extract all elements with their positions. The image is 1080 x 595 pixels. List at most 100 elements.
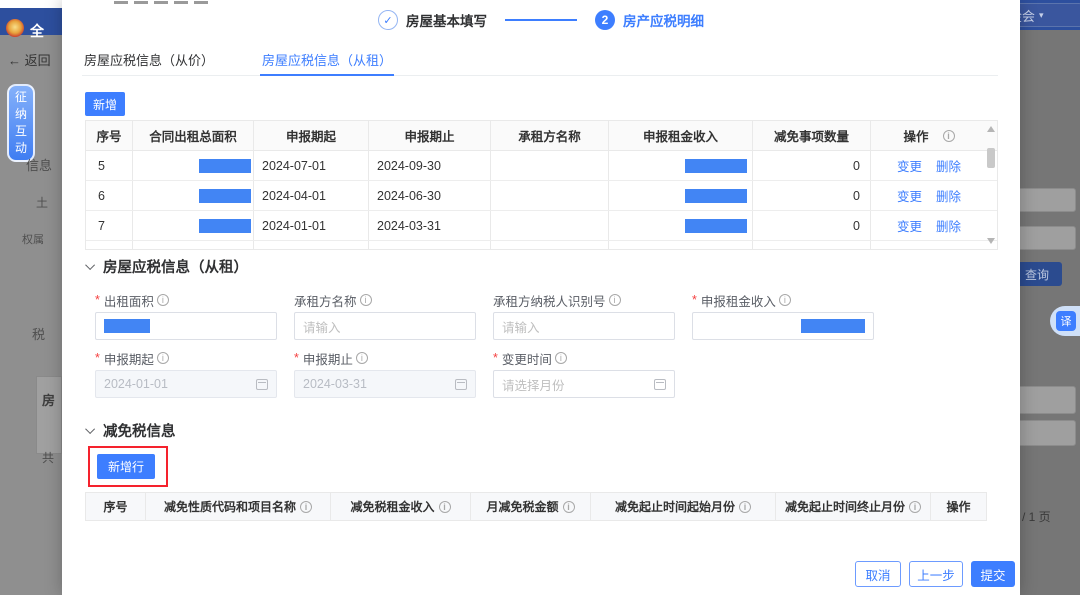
delete-link[interactable]: 删除 [936,216,961,235]
cell-relief-count [753,241,871,250]
info-icon [300,501,312,513]
cell-end: 2024-09-30 [369,151,491,180]
background-left: 全 ← 返回 征 纳 互 动 信息 土 权属 税 房 共 [0,0,62,595]
col-seq: 序号 [86,493,146,520]
cell-tenant [491,241,609,250]
cell-start: 2024-04-01 [254,181,369,210]
tab-bar: 房屋应税信息（从价） 房屋应税信息（从租） [82,46,998,76]
cell-seq: 6 [86,181,133,210]
cell-end [369,241,491,250]
col-label: 减免起止时间起始月份 [615,498,735,515]
back-arrow-icon: ← [8,53,21,68]
table-header-row: 序号 减免性质代码和项目名称 减免税租金收入 月减免税金额 减免起止时间起始月份… [86,493,986,520]
change-link[interactable]: 变更 [897,216,922,235]
field-tenant-name: 承租方名称 请输入 [294,292,476,340]
tab-from-rent[interactable]: 房屋应税信息（从租） [260,46,394,76]
tenant-tax-id-input[interactable]: 请输入 [493,312,675,340]
step2-label: 房产应税明细 [623,10,704,30]
scroll-up-icon[interactable] [987,126,995,132]
change-time-input[interactable]: 请选择月份 [493,370,675,398]
redacted-value [685,159,747,173]
bg-fragment-land: 土 [36,194,48,211]
placeholder: 请输入 [303,317,341,336]
field-period-start: *申报期起 2024-01-01 [95,350,277,398]
info-icon [555,352,567,364]
bg-fragment-total: 共 [42,449,54,466]
previous-step-button[interactable]: 上一步 [909,561,963,587]
cell-seq: 5 [86,151,133,180]
info-icon [609,294,621,306]
table-header-row: 序号 合同出租总面积 申报期起 申报期止 承租方名称 申报租金收入 减免事项数量… [86,121,997,151]
cell-actions: 变更 删除 [871,211,987,240]
cell-income [609,241,753,250]
placeholder: 请输入 [502,317,540,336]
step2-number: 2 [595,10,615,30]
cell-area [133,241,254,250]
step1-label: 房屋基本填写 [406,10,487,30]
translate-icon: 译 [1056,311,1076,331]
cell-start: 2024-01-01 [254,211,369,240]
cell-tenant [491,211,609,240]
cell-start [254,241,369,250]
info-icon [943,130,955,142]
field-label: 申报期起 [104,349,154,368]
field-label: 承租方纳税人识别号 [493,291,606,310]
add-button[interactable]: 新增 [85,92,125,116]
required-mark: * [95,293,100,307]
cell-relief-count: 0 [753,211,871,240]
cell-start: 2024-07-01 [254,151,369,180]
col-actions: 操作 [871,121,987,150]
scroll-down-icon[interactable] [987,238,995,244]
required-mark: * [294,351,299,365]
section-title: 减免税信息 [103,420,176,441]
section-rental-info[interactable]: 房屋应税信息（从租） [88,256,248,277]
field-label: 出租面积 [104,291,154,310]
app-logo-text: 全 [30,21,44,41]
info-icon [157,352,169,364]
change-link[interactable]: 变更 [897,156,922,175]
calendar-icon [256,379,268,390]
col-start-month: 减免起止时间起始月份 [591,493,776,520]
highlight-annotation-box: 新增行 [88,446,168,487]
col-code-name: 减免性质代码和项目名称 [146,493,331,520]
cell-relief-count: 0 [753,181,871,210]
translate-widget[interactable]: 译 [1050,306,1080,336]
pagination-fragment: / 1 页 [1022,508,1051,525]
info-icon [779,294,791,306]
area-input[interactable] [95,312,277,340]
col-actions-label: 操作 [903,126,928,145]
info-icon [360,294,372,306]
rent-income-input[interactable] [692,312,874,340]
change-link[interactable]: 变更 [897,186,922,205]
required-mark: * [692,293,697,307]
back-button[interactable]: ← 返回 [8,50,51,69]
chevron-down-icon [85,424,95,434]
info-icon [739,501,751,513]
calendar-icon [455,379,467,390]
delete-link[interactable]: 删除 [936,186,961,205]
cell-income [609,211,753,240]
bg-fragment-ownership: 权属 [22,231,44,247]
required-mark: * [95,351,100,365]
table-vertical-scrollbar[interactable] [986,126,996,244]
field-period-end: *申报期止 2024-03-31 [294,350,476,398]
cancel-button[interactable]: 取消 [855,561,901,587]
field-rent-income: *申报租金收入 [692,292,874,340]
redacted-value [685,219,747,233]
info-icon [439,501,451,513]
interaction-char: 纳 [15,106,27,123]
cell-tenant [491,181,609,210]
add-row-button[interactable]: 新增行 [97,454,155,479]
cell-actions [871,241,987,250]
scrollbar-thumb[interactable] [987,148,995,168]
bg-dim-panel [36,376,62,454]
delete-link[interactable]: 删除 [936,156,961,175]
submit-button[interactable]: 提交 [971,561,1015,587]
field-value: 2024-03-31 [303,377,367,391]
caret-down-icon: ▾ [1039,10,1044,21]
col-start: 申报期起 [254,121,369,150]
tab-ad-valorem[interactable]: 房屋应税信息（从价） [82,46,216,76]
tenant-name-input[interactable]: 请输入 [294,312,476,340]
interaction-widget-button[interactable]: 征 纳 互 动 [7,84,35,162]
section-tax-relief[interactable]: 减免税信息 [88,420,176,441]
